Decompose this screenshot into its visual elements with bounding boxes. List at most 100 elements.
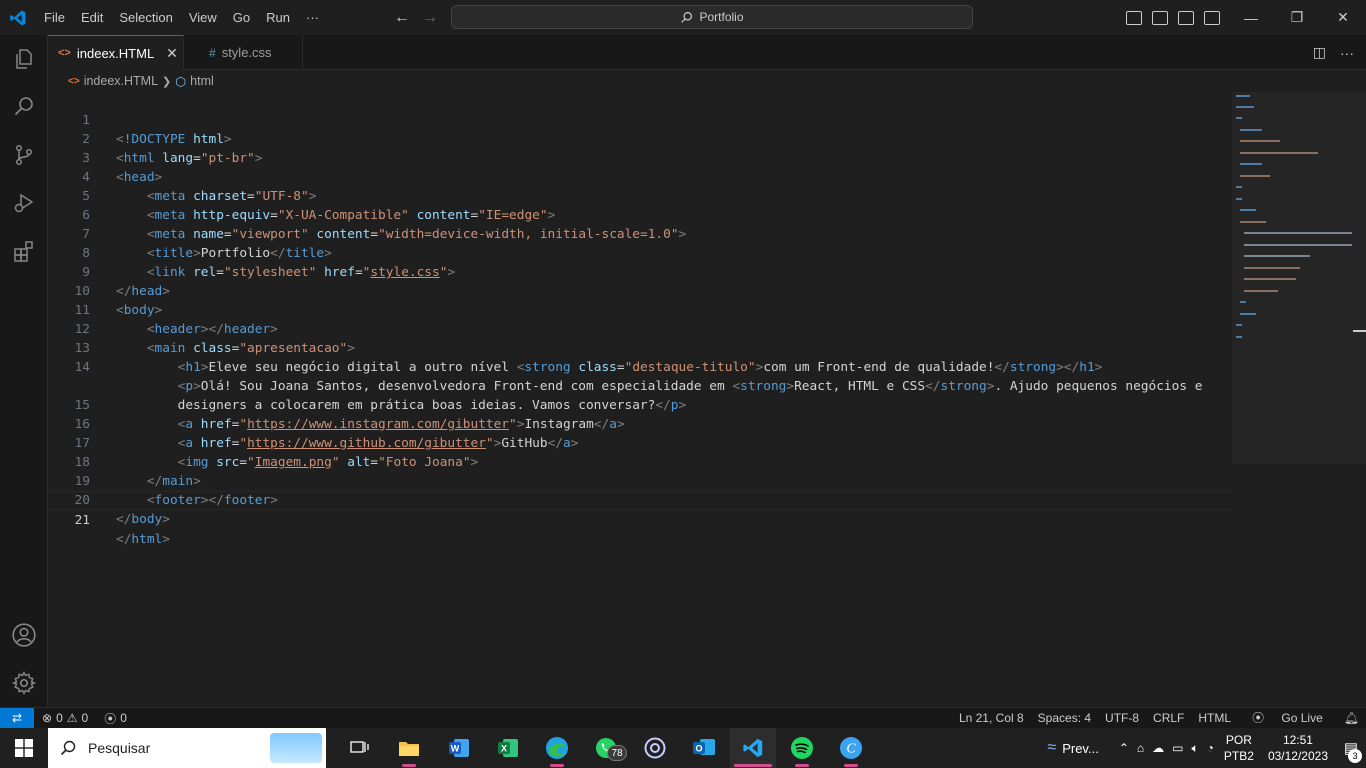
excel-icon[interactable]: X	[485, 728, 531, 768]
code-line: 2 <html lang="pt-br">	[82, 132, 263, 166]
forward-arrow-icon[interactable]: →	[422, 9, 438, 27]
customize-layout-icon[interactable]	[1204, 10, 1220, 25]
code-line: 18 </main>	[74, 455, 201, 489]
settings-gear-icon[interactable]	[0, 659, 48, 707]
explorer-icon[interactable]	[0, 35, 48, 83]
code-line: 5 <meta http-equiv="X-UA-Compatible" con…	[82, 189, 556, 223]
search-icon	[60, 740, 76, 756]
minimap[interactable]	[1232, 92, 1366, 464]
word-icon[interactable]: W	[436, 728, 482, 768]
outlook-new-icon[interactable]: O	[681, 728, 727, 768]
battery-icon[interactable]: ▭	[1172, 741, 1183, 755]
volume-icon[interactable]: 🔈︎	[1191, 741, 1198, 756]
whatsapp-icon[interactable]: 78	[583, 728, 629, 768]
input-language[interactable]: POR PTB2	[1224, 732, 1254, 764]
html-file-icon: <>	[68, 75, 80, 87]
back-arrow-icon[interactable]: ←	[394, 9, 410, 27]
tab-label: style.css	[221, 45, 272, 60]
chevron-up-icon[interactable]: ⌃	[1119, 741, 1129, 755]
language-mode[interactable]: HTML	[1191, 708, 1238, 729]
menu-edit[interactable]: Edit	[73, 0, 111, 35]
breadcrumb-file[interactable]: indeex.HTML	[84, 74, 158, 88]
unread-badge: 78	[607, 745, 627, 761]
ports-count: 0	[120, 711, 127, 725]
chevron-right-icon: ❯	[162, 75, 172, 88]
remote-indicator-icon[interactable]: ⇄	[0, 707, 34, 729]
close-icon[interactable]: ✕	[166, 45, 178, 62]
menu-go[interactable]: Go	[225, 0, 258, 35]
taskbar-search-input[interactable]: Pesquisar	[48, 728, 326, 768]
menu-selection[interactable]: Selection	[111, 0, 180, 35]
code-line: 8 <link rel="stylesheet" href="style.css…	[82, 246, 456, 280]
vscode-taskbar-icon[interactable]	[730, 728, 776, 768]
editor-actions: ◫ ···	[1313, 35, 1354, 70]
minimize-button[interactable]: —	[1228, 0, 1274, 35]
search-icon[interactable]	[0, 83, 48, 131]
code-line: 12 <main class="apresentacao">	[74, 322, 355, 356]
camera-icon[interactable]: ⌂	[1137, 741, 1144, 755]
menu-view[interactable]: View	[181, 0, 225, 35]
spotify-icon[interactable]	[779, 728, 825, 768]
command-center-label: Portfolio	[699, 10, 744, 24]
accounts-icon[interactable]	[0, 611, 48, 659]
menu-bar: File Edit Selection View Go Run ···	[36, 0, 327, 35]
search-highlight-image	[270, 733, 322, 763]
task-view-icon[interactable]	[337, 728, 383, 768]
end-of-line[interactable]: CRLF	[1146, 708, 1191, 729]
status-bar: ⇄ ⊗ 0 ⚠ 0 ⦿ 0 Ln 21, Col 8 Spaces: 4 UTF…	[0, 707, 1366, 729]
menu-file[interactable]: File	[36, 0, 73, 35]
problems-indicator[interactable]: ⊗ 0 ⚠ 0 ⦿ 0	[42, 710, 127, 727]
cloud-icon[interactable]: ☁	[1152, 741, 1164, 755]
go-live-button[interactable]: ⦿ Go Live	[1238, 708, 1337, 729]
toggle-primary-sidebar-icon[interactable]	[1126, 10, 1142, 25]
window-controls: — ❐ ✕	[1228, 0, 1366, 35]
vscode-logo-icon	[0, 0, 36, 35]
menu-run[interactable]: Run	[258, 0, 298, 35]
breadcrumb-element[interactable]: html	[190, 74, 214, 88]
error-icon: ⊗	[42, 711, 53, 725]
command-center-search[interactable]: Portfolio	[451, 5, 973, 29]
layout-controls	[1126, 0, 1220, 35]
weather-text[interactable]: Prev...	[1062, 741, 1099, 756]
code-line: 7 <title>Portfolio</title>	[82, 227, 332, 261]
toggle-secondary-sidebar-icon[interactable]	[1178, 10, 1194, 25]
clock[interactable]: 12:51 03/12/2023	[1268, 732, 1328, 764]
close-window-button[interactable]: ✕	[1320, 0, 1366, 35]
code-line: 10 <body>	[74, 284, 163, 318]
notifications-bell-icon[interactable]: 🔔︎	[1337, 708, 1366, 729]
cursor-position[interactable]: Ln 21, Col 8	[952, 708, 1031, 729]
html-file-icon: <>	[58, 47, 71, 59]
code-line: 19 <footer></footer>	[74, 474, 278, 508]
file-explorer-icon[interactable]	[386, 728, 432, 768]
code-line: 13 <h1>Eleve seu negócio digital a outro…	[74, 341, 1103, 375]
windows-start-icon[interactable]	[0, 728, 48, 768]
menu-more[interactable]: ···	[298, 0, 327, 35]
code-line: 16 <a href="https://www.github.com/gibut…	[74, 417, 579, 451]
toggle-panel-icon[interactable]	[1152, 10, 1168, 25]
tab-indeex-html[interactable]: <> indeex.HTML ✕	[48, 35, 184, 70]
notification-center-icon[interactable]: ▤ 3	[1336, 728, 1366, 768]
wifi-icon[interactable]: ◔	[1207, 741, 1214, 755]
code-line: 20 </body>	[74, 493, 170, 527]
extensions-icon[interactable]	[0, 227, 48, 275]
code-line: 14 <p>Olá! Sou Joana Santos, desenvolved…	[74, 360, 1203, 394]
tab-style-css[interactable]: # style.css	[185, 35, 303, 70]
split-editor-icon[interactable]: ◫	[1313, 44, 1326, 61]
status-bar-right: Ln 21, Col 8 Spaces: 4 UTF-8 CRLF HTML ⦿…	[952, 708, 1366, 729]
code-line: 6 <meta name="viewport" content="width=d…	[82, 208, 687, 242]
edge-browser-icon[interactable]	[534, 728, 580, 768]
weather-icon[interactable]: ≈	[1047, 739, 1056, 757]
navigation-arrows: ← →	[394, 0, 438, 35]
code-line: 3 <head>	[82, 151, 163, 185]
run-debug-icon[interactable]	[0, 179, 48, 227]
encoding[interactable]: UTF-8	[1098, 708, 1146, 729]
code-editor[interactable]: 1 <!DOCTYPE html> 2 <html lang="pt-br"> …	[48, 92, 1232, 707]
canva-icon[interactable]: C	[828, 728, 874, 768]
source-control-icon[interactable]	[0, 131, 48, 179]
copilot-app-icon[interactable]	[632, 728, 678, 768]
code-line: 1 <!DOCTYPE html>	[82, 113, 232, 147]
indentation[interactable]: Spaces: 4	[1031, 708, 1098, 729]
more-actions-icon[interactable]: ···	[1340, 45, 1354, 61]
restore-button[interactable]: ❐	[1274, 0, 1320, 35]
windows-taskbar: Pesquisar W X 78 O C ≈ Prev... ⌃ ⌂ ☁ ▭ 🔈…	[0, 728, 1366, 768]
